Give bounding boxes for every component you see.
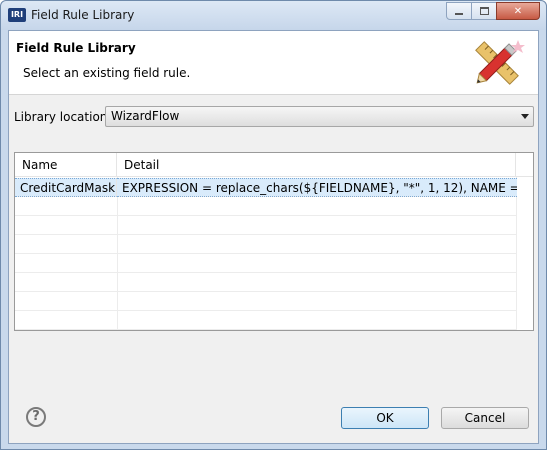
empty-table-row bbox=[15, 254, 517, 273]
help-icon: ? bbox=[32, 409, 40, 424]
empty-table-row bbox=[15, 235, 517, 254]
title-area: Field Rule Library Select an existing fi… bbox=[9, 31, 538, 95]
rule-detail-cell: EXPRESSION = replace_chars(${FIELDNAME},… bbox=[117, 178, 517, 197]
empty-table-row bbox=[15, 311, 517, 330]
banner-description: Select an existing field rule. bbox=[23, 66, 191, 80]
ok-button[interactable]: OK bbox=[341, 407, 429, 429]
chevron-down-icon bbox=[521, 114, 529, 119]
empty-table-row bbox=[15, 292, 517, 311]
window-title: Field Rule Library bbox=[31, 8, 135, 22]
empty-table-row bbox=[15, 197, 517, 216]
maximize-button[interactable] bbox=[471, 2, 497, 20]
close-button[interactable]: ✕ bbox=[496, 2, 540, 20]
empty-table-row bbox=[15, 273, 517, 292]
library-location-value: WizardFlow bbox=[111, 109, 180, 123]
help-button[interactable]: ? bbox=[26, 407, 46, 427]
banner-title: Field Rule Library bbox=[16, 41, 136, 55]
cancel-button[interactable]: Cancel bbox=[441, 407, 529, 429]
maximize-icon bbox=[479, 7, 489, 15]
caption-buttons: ✕ bbox=[446, 2, 540, 21]
library-location-label: Library location: bbox=[14, 110, 112, 124]
dialog-body: Field Rule Library Select an existing fi… bbox=[8, 30, 539, 444]
column-header-detail[interactable]: Detail bbox=[117, 153, 516, 177]
title-bar[interactable]: IRI Field Rule Library ✕ bbox=[1, 1, 546, 30]
library-location-select[interactable]: WizardFlow bbox=[105, 106, 534, 127]
table-row[interactable]: CreditCardMask EXPRESSION = replace_char… bbox=[15, 178, 517, 197]
app-logo-icon: IRI bbox=[8, 8, 26, 22]
pencil-ruler-icon bbox=[475, 40, 525, 85]
rule-name-cell: CreditCardMask bbox=[15, 178, 117, 197]
minimize-button[interactable] bbox=[446, 2, 472, 20]
minimize-icon bbox=[455, 13, 463, 15]
empty-table-row bbox=[15, 216, 517, 235]
dialog-window: IRI Field Rule Library ✕ Field Rule Libr… bbox=[0, 0, 547, 450]
field-rule-table[interactable]: Name Detail CreditCardMask EXPRESSION = … bbox=[14, 152, 534, 331]
close-icon: ✕ bbox=[513, 5, 523, 17]
column-header-filler bbox=[516, 153, 533, 177]
column-header-name[interactable]: Name bbox=[15, 153, 117, 177]
table-header: Name Detail bbox=[15, 153, 533, 177]
